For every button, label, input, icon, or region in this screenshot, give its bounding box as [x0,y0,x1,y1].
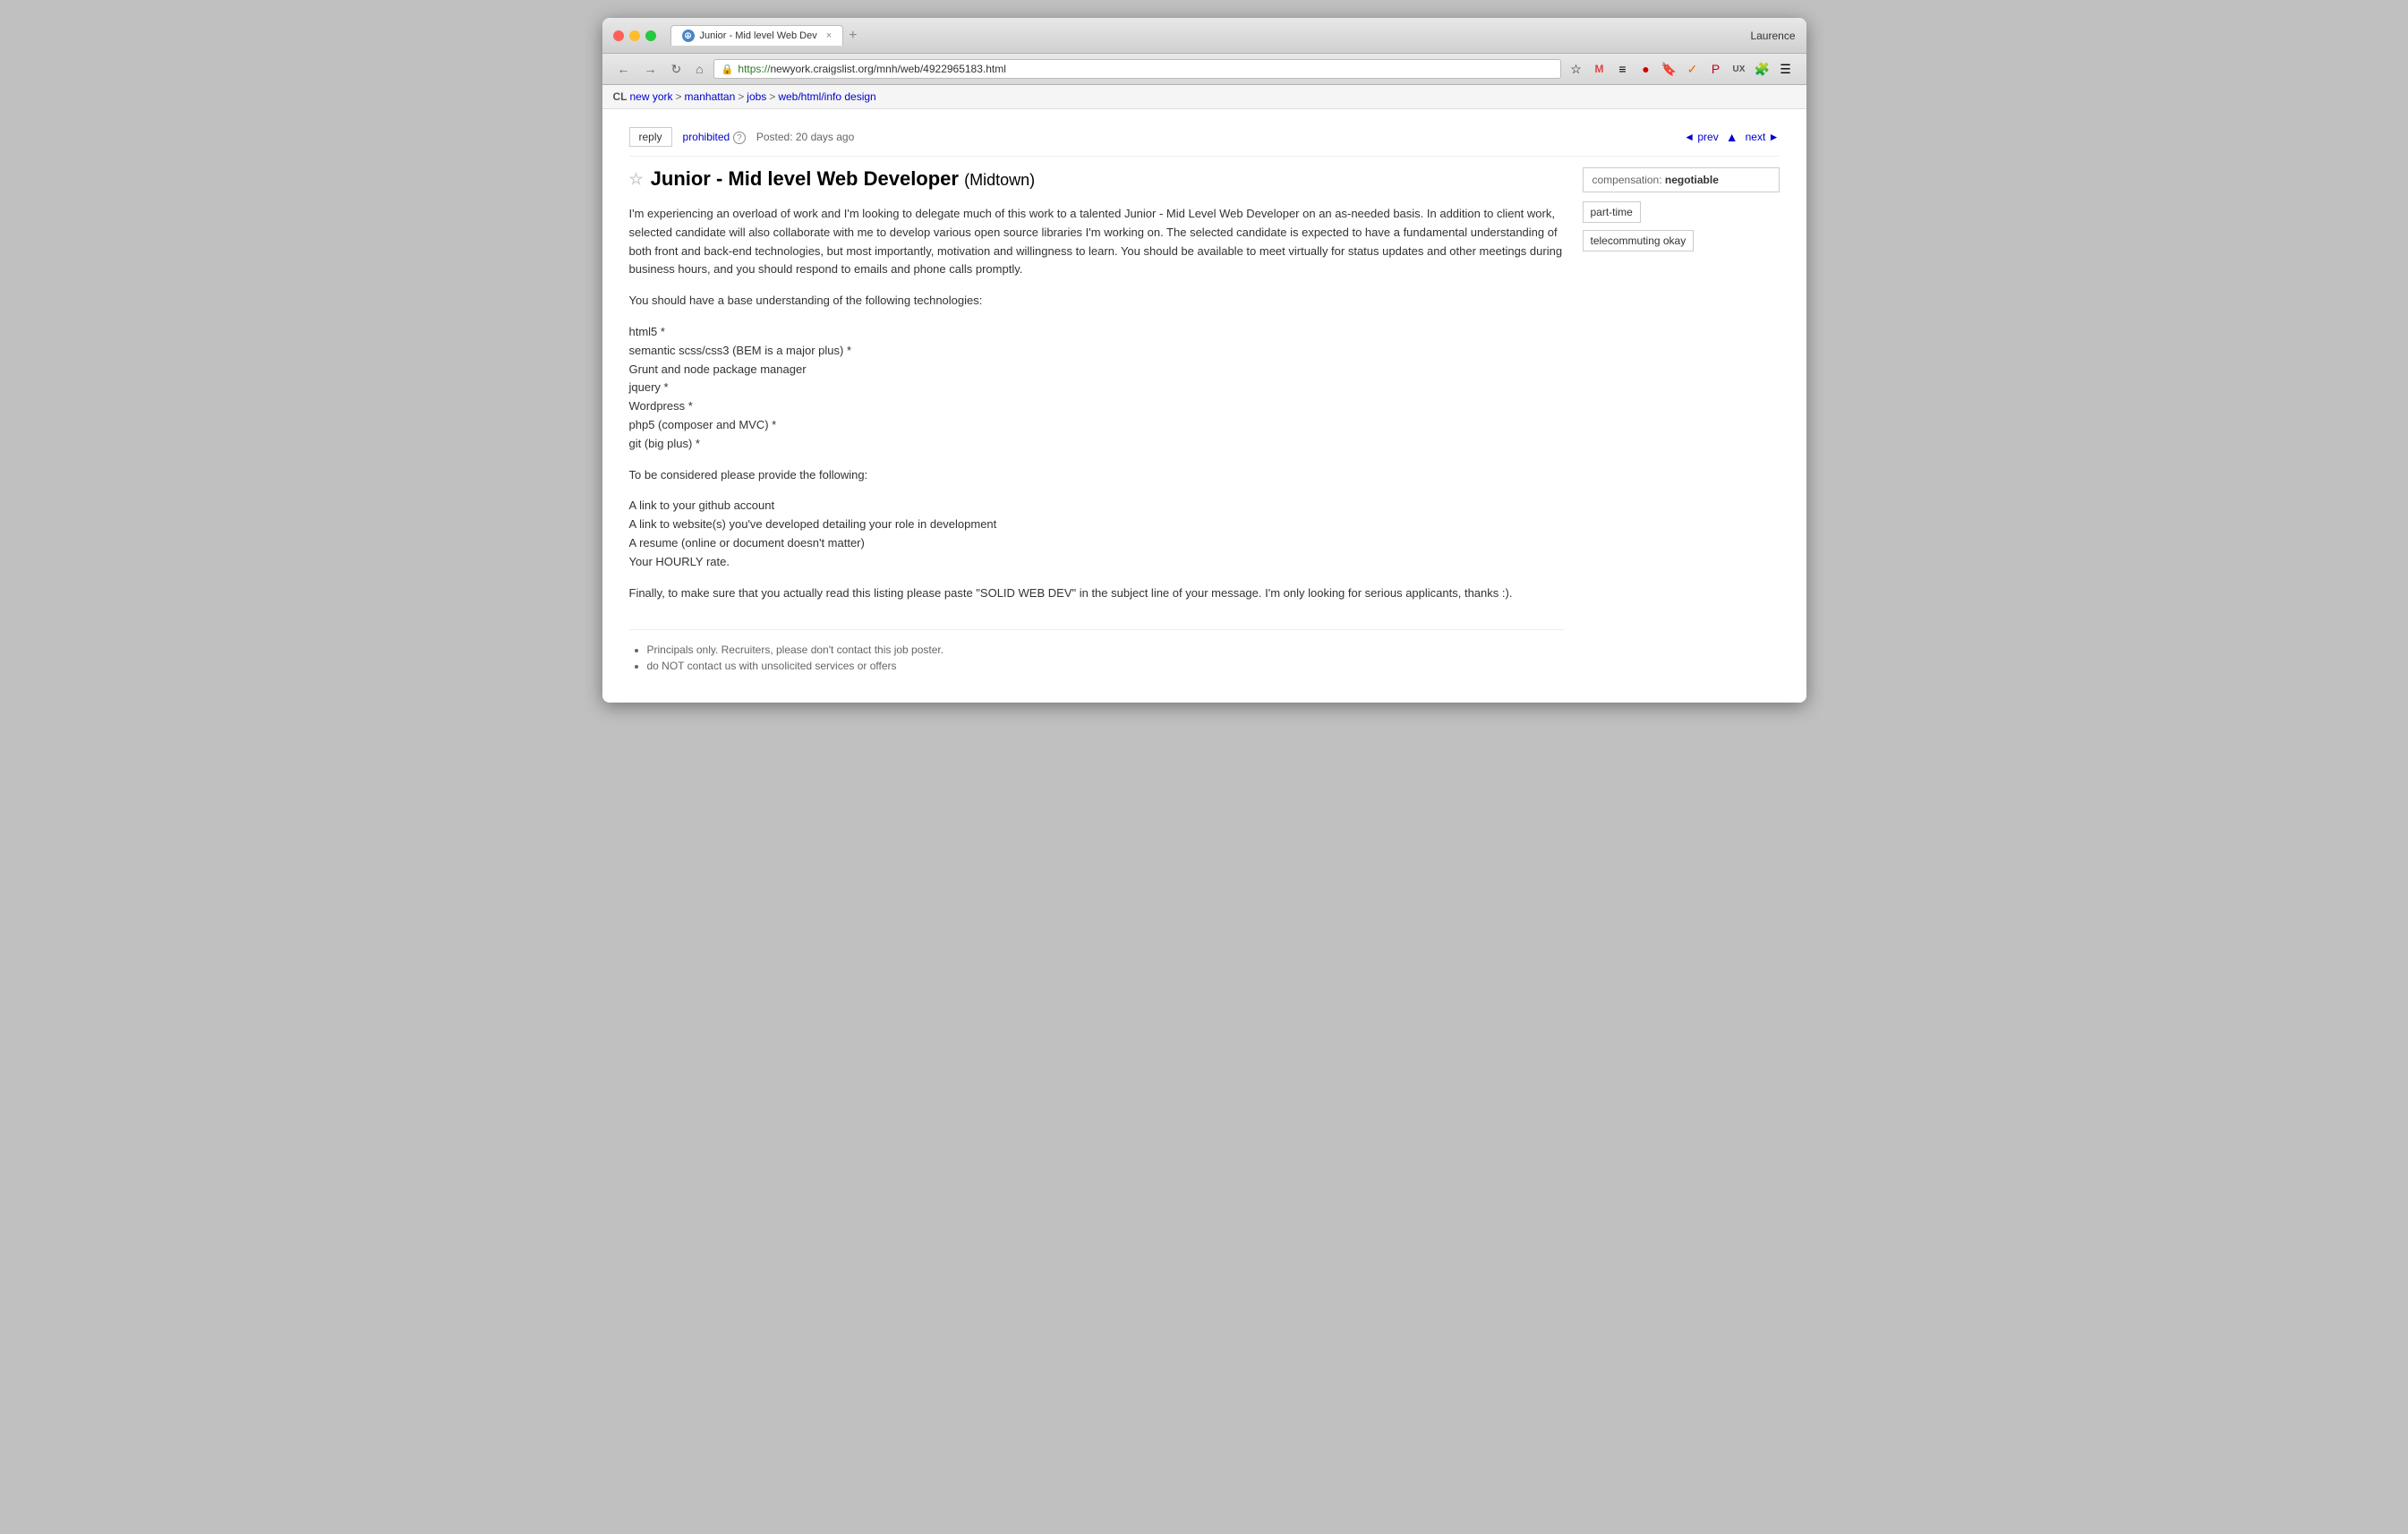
pinterest-icon[interactable]: P [1706,59,1726,79]
post-title: Junior - Mid level Web Developer (Midtow… [651,167,1035,191]
breadcrumb-sep-2: > [738,90,744,103]
home-button[interactable]: ⌂ [691,60,707,78]
post-body: I'm experiencing an overload of work and… [629,205,1565,602]
post-paragraph-4: Finally, to make sure that you actually … [629,584,1565,603]
tab-title: Junior - Mid level Web Dev [700,30,817,41]
post-paragraph-1: I'm experiencing an overload of work and… [629,205,1565,279]
breadcrumb-manhattan[interactable]: manhattan [685,90,736,103]
breadcrumb-sep-1: > [676,90,682,103]
post-paragraph-2: You should have a base understanding of … [629,292,1565,311]
tab-bar: ☮ Junior - Mid level Web Dev × + [670,25,1744,46]
post-technologies-list: html5 * semantic scss/css3 (BEM is a maj… [629,323,1565,454]
footer-note-2: do NOT contact us with unsolicited servi… [647,660,1565,672]
post-main-content: ☆ Junior - Mid level Web Developer (Midt… [629,167,1565,676]
post-title-location: (Midtown) [964,171,1035,189]
pocket-icon[interactable]: 🔖 [1660,59,1679,79]
checklist-icon[interactable]: ✓ [1683,59,1703,79]
reply-button[interactable]: reply [629,127,672,147]
back-button[interactable]: ← [613,60,635,78]
compensation-value: negotiable [1665,174,1719,186]
footer-note-1: Principals only. Recruiters, please don'… [647,643,1565,656]
active-tab[interactable]: ☮ Junior - Mid level Web Dev × [670,25,844,46]
close-button[interactable] [613,30,624,41]
buffer-icon[interactable]: ≡ [1613,59,1633,79]
breadcrumb-jobs[interactable]: jobs [747,90,766,103]
post-layout: ☆ Junior - Mid level Web Developer (Midt… [629,167,1780,676]
menu-icon[interactable]: ☰ [1776,59,1796,79]
post-requirements-list: A link to your github account A link to … [629,497,1565,571]
post-footer-list: Principals only. Recruiters, please don'… [647,643,1565,672]
post-title-text: Junior - Mid level Web Developer [651,167,959,190]
tab-close-icon[interactable]: × [826,30,832,41]
url-https: https:// [738,63,770,75]
breadcrumb-bar: CL new york > manhattan > jobs > web/htm… [602,85,1806,109]
page-content: reply prohibited ? Posted: 20 days ago ◄… [602,109,1806,703]
prev-link[interactable]: ◄ prev [1684,131,1719,143]
breadcrumb-category[interactable]: web/html/info design [778,90,875,103]
telecommuting-tag: telecommuting okay [1583,230,1695,251]
prohibited-wrapper: prohibited ? [683,130,746,145]
extensions-icon[interactable]: 🧩 [1753,59,1772,79]
prohibited-help-icon[interactable]: ? [733,132,746,144]
browser-toolbar: ← → ↻ ⌂ 🔒 https://newyork.craigslist.org… [602,54,1806,85]
star-icon[interactable]: ☆ [1567,59,1586,79]
up-arrow-icon[interactable]: ▲ [1726,130,1738,144]
prohibited-link[interactable]: prohibited [683,131,730,143]
toolbar-icons: ☆ M ≡ ● 🔖 ✓ P UX 🧩 ☰ [1567,59,1796,79]
browser-window: ☮ Junior - Mid level Web Dev × + Laurenc… [602,18,1806,703]
new-tab-button[interactable]: + [843,28,862,44]
address-bar[interactable]: 🔒 https://newyork.craigslist.org/mnh/web… [713,59,1561,79]
ux-icon[interactable]: UX [1729,59,1749,79]
post-footer: Principals only. Recruiters, please don'… [629,629,1565,672]
breadcrumb-new-york[interactable]: new york [630,90,673,103]
post-sidebar: compensation: negotiable part-time telec… [1583,167,1780,676]
post-action-bar: reply prohibited ? Posted: 20 days ago ◄… [629,127,1780,157]
post-paragraph-3: To be considered please provide the foll… [629,466,1565,485]
maximize-button[interactable] [645,30,656,41]
part-time-tag-wrapper: part-time [1583,201,1780,230]
forward-button[interactable]: → [640,60,662,78]
telecommute-tag-wrapper: telecommuting okay [1583,230,1780,259]
user-name: Laurence [1750,30,1795,42]
url-full: newyork.craigslist.org/mnh/web/492296518… [770,63,1005,75]
compensation-label: compensation: [1593,174,1662,186]
part-time-tag: part-time [1583,201,1641,223]
window-controls [613,30,656,41]
compensation-box: compensation: negotiable [1583,167,1780,192]
next-link[interactable]: next ► [1746,131,1780,143]
post-navigation: ◄ prev ▲ next ► [1684,130,1779,144]
lastpass-icon[interactable]: ● [1636,59,1656,79]
post-title-wrapper: ☆ Junior - Mid level Web Developer (Midt… [629,167,1565,191]
posted-date: Posted: 20 days ago [756,131,854,143]
cl-logo[interactable]: CL [613,90,628,103]
breadcrumb-sep-3: > [769,90,775,103]
favorite-star-icon[interactable]: ☆ [629,170,644,189]
url-text: https://newyork.craigslist.org/mnh/web/4… [738,63,1006,75]
title-bar: ☮ Junior - Mid level Web Dev × + Laurenc… [602,18,1806,54]
refresh-button[interactable]: ↻ [667,60,687,79]
gmail-icon[interactable]: M [1590,59,1610,79]
minimize-button[interactable] [629,30,640,41]
tab-favicon: ☮ [682,30,695,42]
ssl-icon: 🔒 [722,64,734,75]
